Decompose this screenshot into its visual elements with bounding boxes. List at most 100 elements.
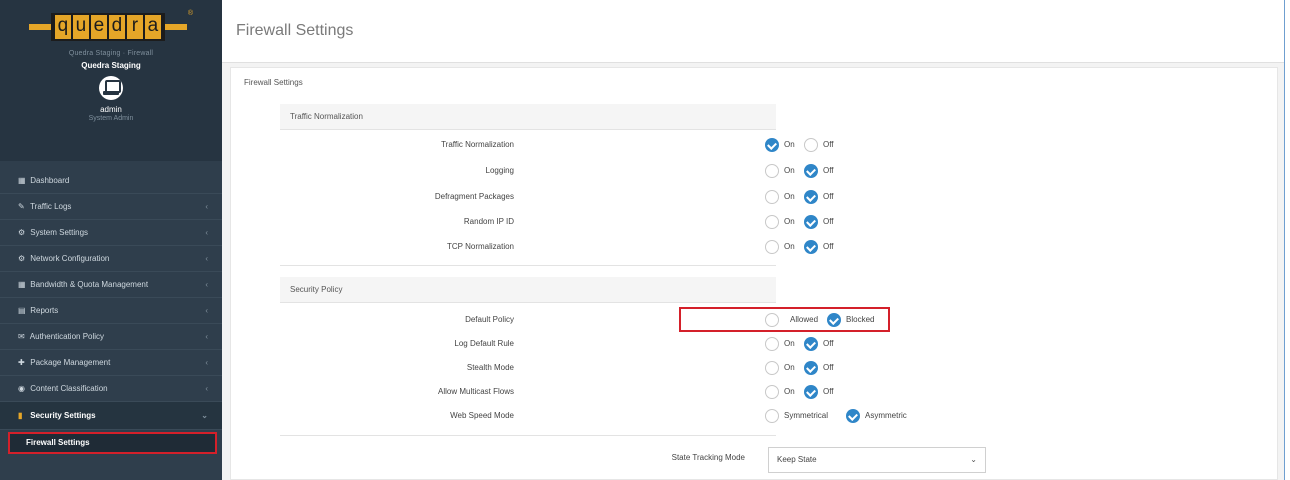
sidebar-item-package-management[interactable]: ✚ Package Management ‹ — [0, 350, 222, 376]
sidebar-item-reports[interactable]: ▤ Reports ‹ — [0, 298, 222, 324]
state-tracking-select[interactable]: Keep State ⌄ — [768, 447, 986, 473]
sidebar-item-network-configuration[interactable]: ⚙ Network Configuration ‹ — [0, 246, 222, 272]
network-icon: ⚙ — [18, 254, 26, 263]
radio-label: On — [784, 387, 795, 396]
radio-label: Symmetrical — [784, 411, 829, 420]
radio-on[interactable] — [765, 385, 779, 399]
sidebar-item-label: System Settings — [30, 228, 89, 237]
radio-on[interactable] — [765, 215, 779, 229]
classification-icon: ◉ — [18, 384, 25, 393]
sidebar-item-system-settings[interactable]: ⚙ System Settings ‹ — [0, 220, 222, 246]
radio-label: On — [784, 140, 795, 149]
sidebar-item-label: Package Management — [30, 358, 111, 367]
radio-off[interactable] — [804, 215, 818, 229]
radio-off[interactable] — [804, 190, 818, 204]
logo-letter: d — [108, 15, 125, 39]
chevron-left-icon: ‹ — [205, 254, 208, 263]
radio-label: Off — [823, 217, 834, 226]
radio-off[interactable] — [804, 164, 818, 178]
chevron-down-icon: ⌄ — [970, 455, 977, 464]
bandwidth-icon: ▦ — [18, 280, 26, 289]
traffic-normalization-section: Traffic Normalization On Off Logging On … — [280, 130, 834, 266]
radio-off[interactable] — [804, 240, 818, 254]
logo-letter: u — [72, 15, 89, 39]
sidebar: q u e d r a ® Quedra Staging · Firewall … — [0, 0, 222, 480]
radio-label: Off — [823, 387, 834, 396]
radio-on[interactable] — [765, 361, 779, 375]
sidebar-subitem-firewall-settings[interactable]: Firewall Settings — [8, 432, 217, 454]
radio-label: Off — [823, 140, 834, 149]
reports-icon: ▤ — [18, 306, 26, 315]
radio-on[interactable] — [765, 138, 779, 152]
option-label: TCP Normalization — [447, 242, 514, 251]
tcp-normalization-row: TCP Normalization On Off — [280, 237, 834, 257]
sidebar-item-bandwidth-quota[interactable]: ▦ Bandwidth & Quota Management ‹ — [0, 272, 222, 298]
option-label: Random IP ID — [463, 217, 514, 226]
sidebar-item-label: Traffic Logs — [30, 202, 72, 211]
sidebar-item-label: Security Settings — [30, 411, 96, 420]
radio-asymmetric[interactable] — [846, 409, 860, 423]
radio-label: On — [784, 166, 795, 175]
radio-on[interactable] — [765, 190, 779, 204]
chevron-down-icon: ⌄ — [201, 411, 208, 420]
sidebar-item-authentication-policy[interactable]: ✉ Authentication Policy ‹ — [0, 324, 222, 350]
panel-title: Firewall Settings — [244, 78, 303, 87]
radio-label: Off — [823, 242, 834, 251]
window-border — [1284, 0, 1285, 480]
page-header: Firewall Settings — [222, 0, 1284, 63]
sidebar-item-label: Authentication Policy — [29, 332, 105, 341]
package-icon: ✚ — [18, 358, 25, 367]
chevron-left-icon: ‹ — [205, 358, 208, 367]
traffic-normalization-row: Traffic Normalization On Off — [280, 135, 834, 155]
sidebar-item-content-classification[interactable]: ◉ Content Classification ‹ — [0, 376, 222, 402]
radio-off[interactable] — [804, 385, 818, 399]
logs-icon: ✎ — [18, 202, 25, 211]
radio-label: On — [784, 217, 795, 226]
radio-label: On — [784, 339, 795, 348]
radio-on[interactable] — [765, 164, 779, 178]
allow-multicast-flows-row: Allow Multicast Flows On Off — [280, 382, 834, 402]
logo-letter: e — [90, 15, 107, 39]
radio-label: Asymmetric — [865, 411, 907, 420]
security-policy-heading: Security Policy — [280, 277, 776, 303]
user-avatar-icon[interactable] — [99, 76, 123, 100]
logo-letter: a — [144, 15, 161, 39]
radio-on[interactable] — [765, 337, 779, 351]
web-speed-mode-row: Web Speed Mode Symmetrical Asymmetric — [280, 406, 907, 426]
radio-label: On — [784, 192, 795, 201]
radio-symmetrical[interactable] — [765, 409, 779, 423]
option-label: Stealth Mode — [466, 363, 514, 372]
stealth-mode-row: Stealth Mode On Off — [280, 358, 834, 378]
option-label: Traffic Normalization — [441, 140, 514, 149]
sidebar-item-label: Content Classification — [30, 384, 108, 393]
quedra-logo[interactable]: q u e d r a ® — [28, 10, 194, 44]
sidebar-item-security-settings[interactable]: ▮ Security Settings ⌄ — [0, 402, 222, 430]
radio-label: On — [784, 242, 795, 251]
chevron-left-icon: ‹ — [205, 228, 208, 237]
sidebar-item-traffic-logs[interactable]: ✎ Traffic Logs ‹ — [0, 194, 222, 220]
security-icon: ▮ — [18, 411, 23, 420]
traffic-normalization-heading: Traffic Normalization — [280, 104, 776, 130]
radio-off[interactable] — [804, 361, 818, 375]
dashboard-icon: ▦ — [18, 176, 26, 185]
radio-off[interactable] — [804, 138, 818, 152]
radio-label: Off — [823, 192, 834, 201]
option-label: Default Policy — [465, 315, 514, 324]
radio-label: On — [784, 363, 795, 372]
device-name: Quedra Staging — [81, 61, 141, 70]
chevron-left-icon: ‹ — [205, 332, 208, 341]
radio-label: Off — [823, 339, 834, 348]
radio-off[interactable] — [804, 337, 818, 351]
chevron-left-icon: ‹ — [205, 280, 208, 289]
chevron-left-icon: ‹ — [205, 306, 208, 315]
state-tracking-label: State Tracking Mode — [671, 453, 745, 462]
radio-on[interactable] — [765, 240, 779, 254]
log-default-rule-row: Log Default Rule On Off — [280, 334, 834, 354]
logo-trademark: ® — [187, 10, 194, 17]
sidebar-item-label: Network Configuration — [30, 254, 110, 263]
logo-letter: r — [126, 15, 143, 39]
logging-row: Logging On Off — [280, 161, 834, 181]
sidebar-item-dashboard[interactable]: ▦ Dashboard — [0, 168, 222, 194]
option-label: Logging — [485, 166, 514, 175]
gear-icon: ⚙ — [18, 228, 26, 237]
